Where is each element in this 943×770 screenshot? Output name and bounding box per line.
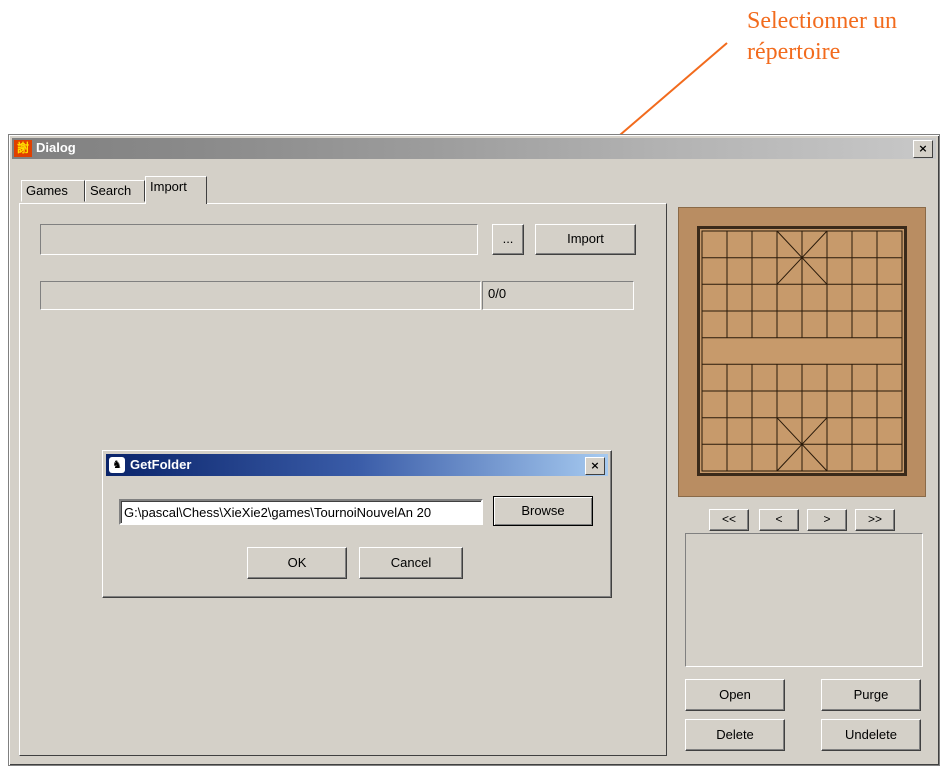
move-list[interactable] [685,533,923,667]
import-progress-count: 0/0 [482,281,634,310]
getfolder-browse-button[interactable]: Browse [493,496,593,526]
getfolder-dialog: ♞ GetFolder × G:\pascal\Chess\XieXie2\ga… [102,450,612,598]
getfolder-app-icon: ♞ [109,457,125,473]
folder-path-input[interactable]: G:\pascal\Chess\XieXie2\games\TournoiNou… [119,499,483,525]
dialog-titlebar[interactable]: 謝 Dialog × [12,138,936,159]
tab-import[interactable]: Import [145,176,207,204]
board-grid [701,230,903,472]
undelete-button[interactable]: Undelete [821,719,921,751]
nav-first-button[interactable]: << [709,509,749,531]
getfolder-title: GetFolder [130,457,192,472]
nav-prev-button[interactable]: < [759,509,799,531]
import-progress-bar [40,281,481,310]
cancel-button[interactable]: Cancel [359,547,463,579]
purge-button[interactable]: Purge [821,679,921,711]
ok-button[interactable]: OK [247,547,347,579]
board-preview [678,207,926,497]
import-button[interactable]: Import [535,224,636,255]
getfolder-close-button[interactable]: × [585,457,605,475]
tab-search[interactable]: Search [85,180,145,202]
xiangqi-board [697,226,907,476]
tab-games[interactable]: Games [21,180,85,202]
browse-dots-button[interactable]: ... [492,224,524,255]
dialog-title: Dialog [36,140,76,155]
dialog-close-button[interactable]: × [913,140,933,158]
delete-button[interactable]: Delete [685,719,785,751]
app-icon: 謝 [14,140,32,157]
import-path-field[interactable] [40,224,478,255]
nav-last-button[interactable]: >> [855,509,895,531]
getfolder-titlebar[interactable]: ♞ GetFolder × [106,454,608,476]
open-button[interactable]: Open [685,679,785,711]
nav-next-button[interactable]: > [807,509,847,531]
